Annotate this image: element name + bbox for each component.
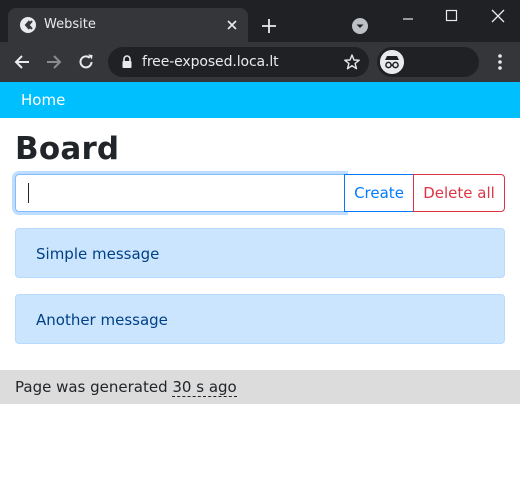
back-arrow-left-icon[interactable] (12, 52, 32, 72)
footer-text: Page was generated 30 s ago (15, 378, 237, 397)
close-icon[interactable] (224, 17, 240, 33)
text-caret (28, 183, 29, 203)
delete-all-button[interactable]: Delete all (413, 174, 505, 212)
minimize-window-icon[interactable] (394, 4, 422, 28)
browser-tab-strip: Website (0, 0, 520, 42)
maximize-window-icon[interactable] (438, 4, 466, 28)
message-input[interactable] (15, 174, 345, 212)
browser-toolbar: free-exposed.loca.lt (0, 42, 520, 82)
incognito-icon (380, 50, 404, 74)
create-button[interactable]: Create (344, 174, 414, 212)
close-window-icon[interactable] (484, 4, 512, 28)
message-item: Another message (15, 294, 505, 344)
generated-age: 30 s ago (172, 378, 237, 397)
message-text: Another message (36, 311, 168, 329)
message-item: Simple message (15, 228, 505, 278)
bookmark-star-icon[interactable] (343, 53, 361, 71)
nav-home-link[interactable]: Home (21, 91, 65, 109)
browser-tab[interactable]: Website (8, 8, 248, 42)
message-text: Simple message (36, 245, 160, 263)
vertical-dots-menu-icon[interactable] (490, 52, 510, 72)
site-favicon-icon (20, 17, 36, 33)
page-title: Board (15, 131, 120, 167)
reload-icon[interactable] (76, 52, 96, 72)
footer-prefix: Page was generated (15, 378, 173, 396)
new-tab-plus-icon[interactable] (259, 16, 279, 36)
profile-button[interactable] (377, 47, 479, 77)
top-navbar: Home (0, 82, 520, 118)
lock-icon (122, 55, 132, 68)
page-footer: Page was generated 30 s ago (0, 370, 520, 404)
address-bar[interactable]: free-exposed.loca.lt (108, 47, 369, 77)
tab-search-chevron-down-icon[interactable] (352, 18, 368, 34)
tab-title: Website (44, 17, 96, 32)
url-text: free-exposed.loca.lt (142, 54, 279, 70)
forward-arrow-right-icon[interactable] (44, 52, 64, 72)
